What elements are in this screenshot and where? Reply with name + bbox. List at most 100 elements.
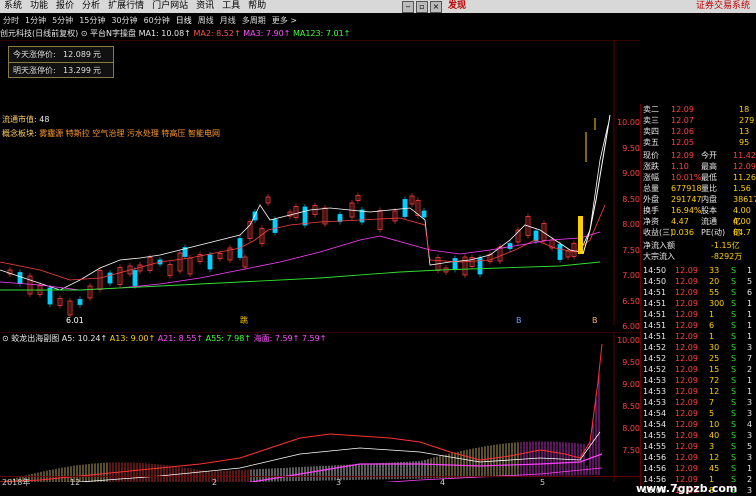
a5-value: A5: 10.24↑ xyxy=(61,334,108,343)
tick-count: 3 xyxy=(747,409,753,418)
sea-value-2: 7.59↑ xyxy=(301,334,327,343)
sell-volume: 279 xyxy=(739,116,755,125)
price-tick-label: 7.00 xyxy=(622,271,640,280)
menu-function[interactable]: 功能 xyxy=(26,0,52,13)
tick-side: S xyxy=(731,387,737,396)
tick-volume: 1 xyxy=(709,332,715,341)
a13-value: A13: 9.00↑ xyxy=(109,334,156,343)
tick-time: 14:51 xyxy=(643,332,667,341)
date-label-5: 5 xyxy=(540,478,546,487)
period-5min[interactable]: 5分钟 xyxy=(49,15,76,26)
sell-label: 卖五 xyxy=(643,138,659,147)
kline-chart[interactable]: 6.01 跳 B B xyxy=(0,40,640,325)
period-multi[interactable]: 多周期 xyxy=(239,15,269,26)
tick-price: 12.09 xyxy=(675,409,698,418)
tick-time: 14:53 xyxy=(643,376,667,385)
next-limit-label: 明天涨停价: xyxy=(13,66,56,75)
tick-volume: 5 xyxy=(709,409,715,418)
stat-value-1: 0.036 xyxy=(671,228,694,237)
limit-up-value: 12.089 xyxy=(63,50,91,59)
signal-marker-1: 跳 xyxy=(240,315,248,325)
period-weekly[interactable]: 周线 xyxy=(195,15,217,26)
menu-system[interactable]: 系统 xyxy=(0,0,26,13)
tick-count: 4 xyxy=(747,420,753,429)
tick-row: 14:51 12.09 55 S 6 xyxy=(641,287,756,298)
next-limit-unit: 元 xyxy=(93,66,101,75)
tick-row: 14:51 12.09 1 S 1 xyxy=(641,309,756,320)
tick-volume: 55 xyxy=(709,288,720,297)
sell-row: 卖四 12.06 13 xyxy=(641,126,756,137)
watermark-text: www.7gpzb.com xyxy=(636,482,738,495)
tick-price: 12.09 xyxy=(675,332,698,341)
tick-price: 12.09 xyxy=(675,288,698,297)
tick-count: 1 xyxy=(747,266,753,275)
stock-name[interactable]: 创元科技(日线前复权) xyxy=(0,29,78,38)
tick-row: 14:53 12.09 72 S 1 xyxy=(641,375,756,386)
flow-value: -8292万 xyxy=(711,252,743,261)
sub-settings-icon[interactable]: ⊙ xyxy=(2,334,9,343)
menu-help[interactable]: 帮助 xyxy=(244,0,270,13)
menu-discover[interactable]: 发现 xyxy=(444,0,470,13)
period-15min[interactable]: 15分钟 xyxy=(76,15,108,26)
tick-volume: 30 xyxy=(709,343,720,352)
tick-count: 1 xyxy=(747,299,753,308)
period-60min[interactable]: 60分钟 xyxy=(141,15,173,26)
menu-analysis[interactable]: 分析 xyxy=(78,0,104,13)
minimize-icon[interactable]: ‒ xyxy=(402,1,414,13)
tick-side: S xyxy=(731,277,737,286)
period-timeshare[interactable]: 分时 xyxy=(0,15,22,26)
tick-price: 12.09 xyxy=(675,453,698,462)
trading-system-link[interactable]: 证券交易系统 xyxy=(696,0,756,13)
tick-side: S xyxy=(731,288,737,297)
date-label-4: 4 xyxy=(440,478,446,487)
tick-price: 12.09 xyxy=(675,321,698,330)
tick-side: S xyxy=(731,299,737,308)
tick-time: 14:51 xyxy=(643,310,667,319)
menu-extended[interactable]: 扩展行情 xyxy=(104,0,148,13)
tick-time: 14:56 xyxy=(643,464,667,473)
concept-value: 雾霾源 特斯拉 空气治理 污水处理 特高压 智能电网 xyxy=(39,129,220,138)
stat-value-1: 1.10 xyxy=(671,162,689,171)
menu-portal[interactable]: 门户网站 xyxy=(148,0,192,13)
sub-indicator-chart[interactable] xyxy=(0,332,640,482)
indicator-settings-icon[interactable]: ⊙ xyxy=(81,29,88,38)
sell-row: 卖五 12.05 95 xyxy=(641,137,756,148)
stat-row: 涨幅 10.01% 最低 11.26 xyxy=(641,172,756,183)
menu-news[interactable]: 资讯 xyxy=(192,0,218,13)
period-more[interactable]: 更多 > xyxy=(269,15,300,26)
stat-label-1: 涨幅 xyxy=(643,173,659,182)
menu-quote[interactable]: 报价 xyxy=(52,0,78,13)
tick-side: S xyxy=(731,332,737,341)
low-price-label: 6.01 xyxy=(66,316,84,325)
period-1min[interactable]: 1分钟 xyxy=(22,15,49,26)
period-daily[interactable]: 日线 xyxy=(173,15,195,26)
tick-price: 12.09 xyxy=(675,266,698,275)
tick-price: 12.09 xyxy=(675,387,698,396)
tick-time: 14:50 xyxy=(643,266,667,275)
tick-side: S xyxy=(731,266,737,275)
tick-volume: 15 xyxy=(709,365,720,374)
restore-icon[interactable]: ▫ xyxy=(416,1,428,13)
indicator-name[interactable]: 平台N字操盘 xyxy=(90,29,136,38)
price-tick-label: 10.00 xyxy=(617,118,640,127)
tick-count: 2 xyxy=(747,475,753,484)
tick-side: S xyxy=(731,409,737,418)
sea-value: 海面: 7.59↑ xyxy=(253,334,300,343)
tick-price: 12.09 xyxy=(675,464,698,473)
tick-count: 1 xyxy=(747,464,753,473)
price-tick-label: 8.50 xyxy=(622,194,640,204)
sell-price: 12.05 xyxy=(671,138,694,147)
menu-tools[interactable]: 工具 xyxy=(218,0,244,13)
circulation-value: 48 xyxy=(39,115,50,124)
period-monthly[interactable]: 月线 xyxy=(217,15,239,26)
sell-row: 卖三 12.07 279 xyxy=(641,115,756,126)
chart-title-bar: 创元科技(日线前复权) ⊙ 平台N字操盘 MA1: 10.08↑ MA2: 8.… xyxy=(0,28,440,39)
close-icon[interactable]: × xyxy=(430,1,442,13)
stat-label-1: 收益(三) xyxy=(643,228,674,237)
stat-label-2: 量比 xyxy=(701,184,717,193)
date-axis: 2018年 12 2 3 4 5 xyxy=(0,476,640,488)
flow-label: 大宗流入 xyxy=(643,252,675,261)
period-30min[interactable]: 30分钟 xyxy=(108,15,140,26)
tick-volume: 12 xyxy=(709,453,720,462)
sub-indicator-name[interactable]: 蛟龙出海副图 xyxy=(11,334,59,343)
